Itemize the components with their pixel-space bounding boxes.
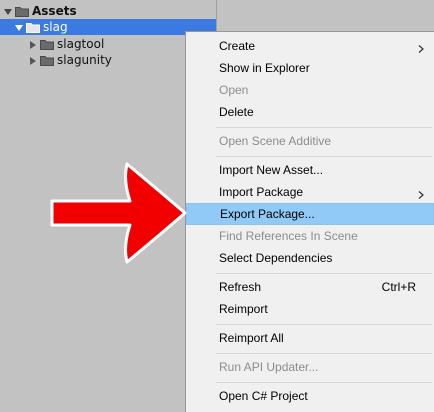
menu-item-label: Reimport All xyxy=(219,331,284,345)
menu-item-label: Show in Explorer xyxy=(219,61,310,75)
menu-item-create[interactable]: Create xyxy=(186,35,434,57)
menu-item-refresh[interactable]: Refresh Ctrl+R xyxy=(186,276,434,298)
folder-icon xyxy=(40,39,54,50)
menu-separator xyxy=(216,324,432,325)
menu-item-open: Open xyxy=(186,79,434,101)
menu-separator xyxy=(216,273,432,274)
menu-item-show-in-explorer[interactable]: Show in Explorer xyxy=(186,57,434,79)
menu-item-delete[interactable]: Delete xyxy=(186,101,434,123)
menu-item-label: Reimport xyxy=(219,302,268,316)
menu-item-export-package[interactable]: Export Package... xyxy=(186,203,434,225)
menu-item-open-csharp-project[interactable]: Open C# Project xyxy=(186,385,434,407)
folder-icon xyxy=(15,6,29,17)
tree-item-slag[interactable]: slag xyxy=(0,19,216,35)
menu-item-label: Delete xyxy=(219,105,254,119)
menu-item-label: Refresh xyxy=(219,280,262,294)
tree-item-label: slagtool xyxy=(57,37,105,51)
chevron-right-icon xyxy=(418,42,424,53)
menu-item-label: Run API Updater... xyxy=(219,360,319,374)
menu-item-run-api-updater: Run API Updater... xyxy=(186,356,434,378)
menu-item-select-dependencies[interactable]: Select Dependencies xyxy=(186,247,434,269)
menu-item-reimport[interactable]: Reimport xyxy=(186,298,434,320)
folder-icon xyxy=(26,22,40,33)
menu-item-import-package[interactable]: Import Package xyxy=(186,181,434,203)
chevron-right-icon xyxy=(418,188,424,199)
tree-item-slagtool[interactable]: slagtool xyxy=(0,36,216,52)
tree-item-slagunity[interactable]: slagunity xyxy=(0,52,216,68)
foldout-expanded-icon[interactable] xyxy=(14,22,24,32)
tree-item-label: Assets xyxy=(32,4,77,18)
tree-item-label: slag xyxy=(43,20,68,34)
menu-item-shortcut: Ctrl+R xyxy=(381,280,416,294)
menu-item-label: Find References In Scene xyxy=(219,229,358,243)
menu-item-label: Export Package... xyxy=(220,207,315,221)
menu-item-import-new-asset[interactable]: Import New Asset... xyxy=(186,159,434,181)
menu-separator xyxy=(216,156,432,157)
red-arrow-annotation xyxy=(50,162,187,264)
menu-item-reimport-all[interactable]: Reimport All xyxy=(186,327,434,349)
foldout-collapsed-icon[interactable] xyxy=(28,55,38,65)
menu-item-label: Open xyxy=(219,83,249,97)
menu-separator xyxy=(216,382,432,383)
tree-item-assets[interactable]: Assets xyxy=(0,3,216,19)
tree-item-label: slagunity xyxy=(57,53,112,67)
context-menu: Create Show in Explorer Open Delete Open… xyxy=(185,31,434,412)
menu-item-label: Select Dependencies xyxy=(219,251,333,265)
menu-item-open-scene-additive: Open Scene Additive xyxy=(186,130,434,152)
menu-item-label: Open C# Project xyxy=(219,389,308,403)
menu-item-label: Import Package xyxy=(219,185,304,199)
menu-item-label: Import New Asset... xyxy=(219,163,324,177)
folder-icon xyxy=(40,55,54,66)
menu-item-label: Create xyxy=(219,39,256,53)
menu-item-label: Open Scene Additive xyxy=(219,134,332,148)
unity-editor-canvas: Assets slag slagtool slagunity Create Sh… xyxy=(0,0,434,412)
menu-separator xyxy=(216,353,432,354)
foldout-expanded-icon[interactable] xyxy=(3,6,13,16)
foldout-collapsed-icon[interactable] xyxy=(28,39,38,49)
menu-item-find-references-in-scene: Find References In Scene xyxy=(186,225,434,247)
menu-separator xyxy=(216,127,432,128)
